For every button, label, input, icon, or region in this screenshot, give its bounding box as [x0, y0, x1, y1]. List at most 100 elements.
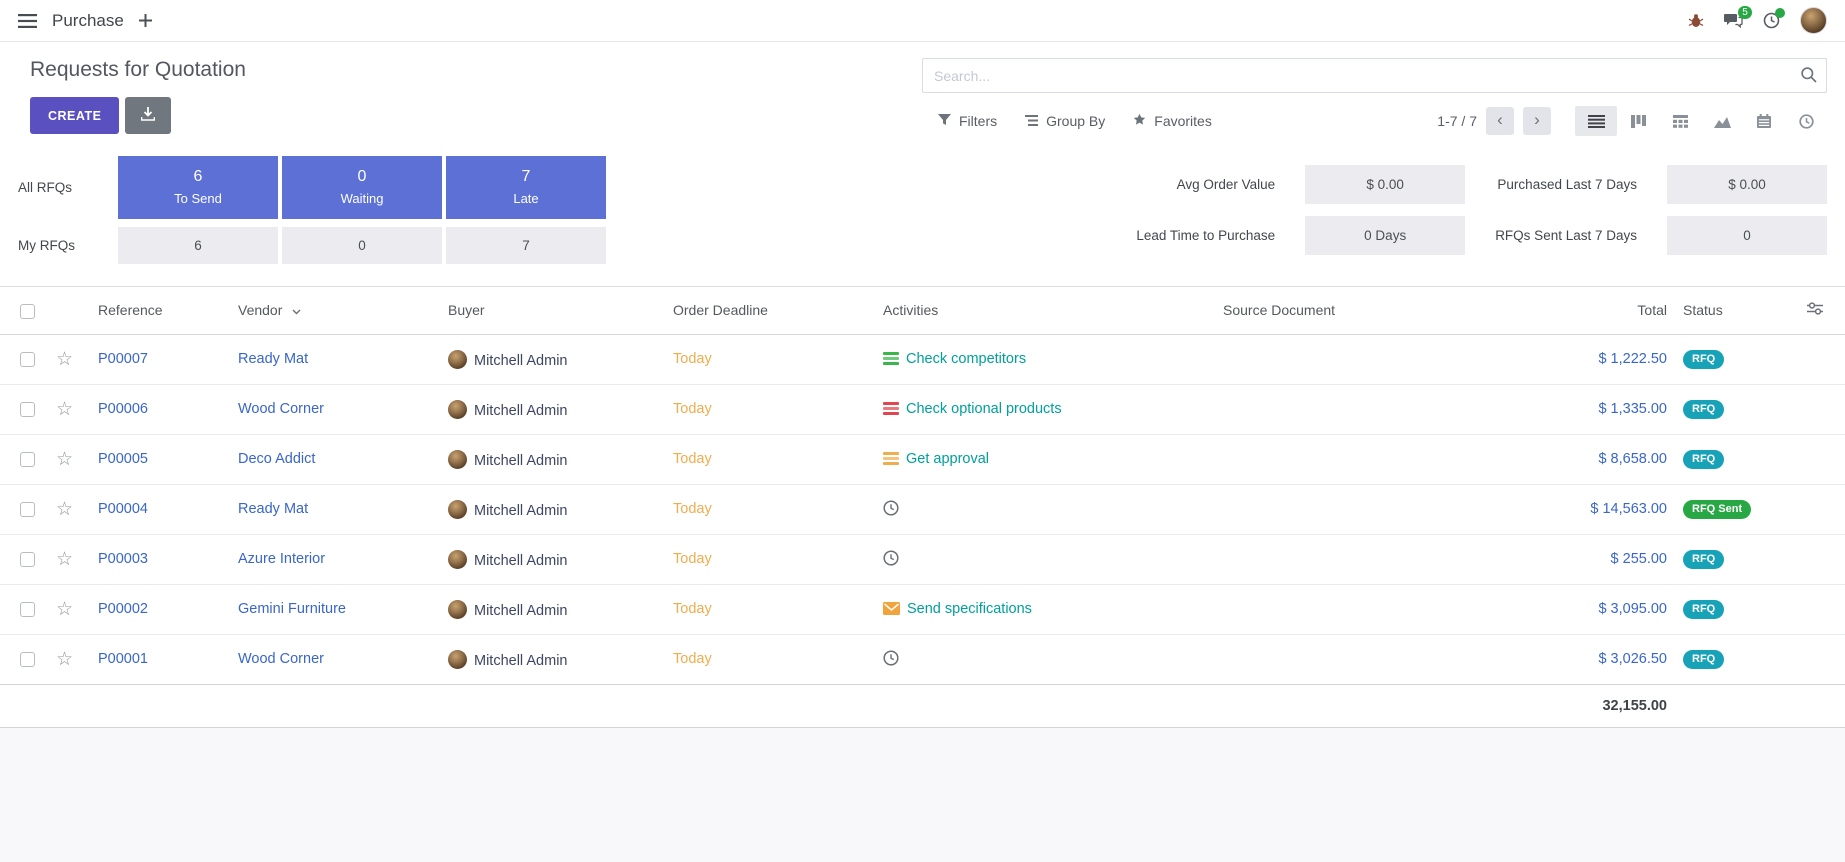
column-header-buyer[interactable]: Buyer: [440, 287, 665, 335]
buyer-link[interactable]: Mitchell Admin: [474, 603, 567, 619]
vendor-link[interactable]: Gemini Furniture: [238, 601, 346, 617]
search-icon[interactable]: [1801, 67, 1817, 88]
pivot-view-button[interactable]: [1659, 106, 1701, 136]
filters-button[interactable]: Filters: [938, 113, 997, 129]
reference-link[interactable]: P00001: [98, 651, 148, 667]
vendor-link[interactable]: Ready Mat: [238, 351, 308, 367]
table-row[interactable]: ☆ P00002 Gemini Furniture Mitchell Admin…: [0, 584, 1845, 634]
kpi-my-to-send[interactable]: 6: [118, 227, 278, 264]
row-checkbox[interactable]: [20, 552, 35, 567]
total-value: $ 255.00: [1611, 551, 1667, 567]
rfq-table-body: ☆ P00007 Ready Mat Mitchell Admin Today …: [0, 334, 1845, 684]
favorite-star-icon[interactable]: ☆: [56, 549, 73, 570]
table-row[interactable]: ☆ P00005 Deco Addict Mitchell Admin Toda…: [0, 434, 1845, 484]
status-badge: RFQ Sent: [1683, 500, 1751, 519]
column-header-total[interactable]: Total: [1515, 287, 1675, 335]
app-name-menu[interactable]: Purchase: [52, 11, 124, 31]
reference-link[interactable]: P00005: [98, 451, 148, 467]
column-header-reference[interactable]: Reference: [90, 287, 230, 335]
row-checkbox[interactable]: [20, 652, 35, 667]
calendar-view-button[interactable]: [1743, 106, 1785, 136]
kanban-view-button[interactable]: [1617, 106, 1659, 136]
column-header-status[interactable]: Status: [1675, 287, 1785, 335]
column-header-vendor[interactable]: Vendor: [230, 287, 440, 335]
pager-previous-button[interactable]: ‹: [1486, 107, 1514, 135]
reference-link[interactable]: P00002: [98, 601, 148, 617]
status-badge: RFQ: [1683, 550, 1724, 569]
kpi-late[interactable]: 7Late: [446, 156, 606, 219]
buyer-link[interactable]: Mitchell Admin: [474, 653, 567, 669]
favorite-star-icon[interactable]: ☆: [56, 349, 73, 370]
select-all-checkbox[interactable]: [20, 304, 35, 319]
kpi-my-waiting[interactable]: 0: [282, 227, 442, 264]
activity-label[interactable]: Check competitors: [906, 351, 1026, 367]
activity-icon[interactable]: [883, 650, 899, 666]
buyer-link[interactable]: Mitchell Admin: [474, 353, 567, 369]
vendor-link[interactable]: Wood Corner: [238, 401, 324, 417]
favorite-star-icon[interactable]: ☆: [56, 399, 73, 420]
buyer-link[interactable]: Mitchell Admin: [474, 403, 567, 419]
vendor-link[interactable]: Ready Mat: [238, 501, 308, 517]
table-row[interactable]: ☆ P00001 Wood Corner Mitchell Admin Toda…: [0, 634, 1845, 684]
hamburger-menu-icon[interactable]: [18, 14, 37, 28]
activity-icon[interactable]: [883, 352, 899, 365]
messages-icon[interactable]: 5: [1724, 13, 1743, 29]
pager-next-button[interactable]: ›: [1523, 107, 1551, 135]
activities-clock-icon[interactable]: [1763, 12, 1780, 29]
table-row[interactable]: ☆ P00006 Wood Corner Mitchell Admin Toda…: [0, 384, 1845, 434]
favorite-star-icon[interactable]: ☆: [56, 649, 73, 670]
activity-label[interactable]: Send specifications: [907, 601, 1032, 617]
row-checkbox[interactable]: [20, 502, 35, 517]
table-row[interactable]: ☆ P00007 Ready Mat Mitchell Admin Today …: [0, 334, 1845, 384]
activity-label[interactable]: Check optional products: [906, 401, 1062, 417]
buyer-link[interactable]: Mitchell Admin: [474, 503, 567, 519]
export-button[interactable]: [125, 97, 171, 134]
row-checkbox[interactable]: [20, 352, 35, 367]
row-checkbox[interactable]: [20, 602, 35, 617]
debug-bug-icon[interactable]: [1688, 13, 1704, 29]
favorites-button[interactable]: Favorites: [1133, 113, 1212, 129]
table-row[interactable]: ☆ P00003 Azure Interior Mitchell Admin T…: [0, 534, 1845, 584]
buyer-link[interactable]: Mitchell Admin: [474, 553, 567, 569]
activity-icon[interactable]: [883, 402, 899, 415]
column-header-deadline[interactable]: Order Deadline: [665, 287, 875, 335]
kpi-waiting[interactable]: 0Waiting: [282, 156, 442, 219]
column-header-activities[interactable]: Activities: [875, 287, 1215, 335]
list-view-button[interactable]: [1575, 106, 1617, 136]
user-avatar[interactable]: [1800, 7, 1827, 34]
activity-icon[interactable]: [883, 452, 899, 465]
favorite-star-icon[interactable]: ☆: [56, 599, 73, 620]
reference-link[interactable]: P00004: [98, 501, 148, 517]
stat-label: Purchased Last 7 Days: [1495, 177, 1637, 192]
row-checkbox[interactable]: [20, 402, 35, 417]
page-title: Requests for Quotation: [30, 58, 246, 82]
vendor-link[interactable]: Azure Interior: [238, 551, 325, 567]
favorite-star-icon[interactable]: ☆: [56, 449, 73, 470]
activity-icon[interactable]: [883, 550, 899, 566]
kpi-my-late[interactable]: 7: [446, 227, 606, 264]
search-input[interactable]: [922, 58, 1827, 93]
activity-label[interactable]: Get approval: [906, 451, 989, 467]
kpi-to-send[interactable]: 6To Send: [118, 156, 278, 219]
stat-label: RFQs Sent Last 7 Days: [1495, 228, 1637, 243]
graph-view-button[interactable]: [1701, 106, 1743, 136]
row-checkbox[interactable]: [20, 452, 35, 467]
vendor-link[interactable]: Wood Corner: [238, 651, 324, 667]
reference-link[interactable]: P00006: [98, 401, 148, 417]
create-button[interactable]: CREATE: [30, 97, 119, 134]
view-switcher: [1575, 106, 1827, 136]
reference-link[interactable]: P00003: [98, 551, 148, 567]
table-row[interactable]: ☆ P00004 Ready Mat Mitchell Admin Today …: [0, 484, 1845, 534]
buyer-link[interactable]: Mitchell Admin: [474, 453, 567, 469]
activity-icon[interactable]: [883, 500, 899, 516]
pager-value[interactable]: 1-7 / 7: [1437, 113, 1477, 129]
vendor-link[interactable]: Deco Addict: [238, 451, 315, 467]
group-by-button[interactable]: Group By: [1025, 113, 1105, 129]
reference-link[interactable]: P00007: [98, 351, 148, 367]
column-header-source[interactable]: Source Document: [1215, 287, 1515, 335]
optional-columns-sliders-icon[interactable]: [1807, 302, 1823, 318]
plus-icon[interactable]: [139, 14, 152, 27]
activity-icon[interactable]: [883, 602, 900, 615]
activity-view-button[interactable]: [1785, 106, 1827, 136]
favorite-star-icon[interactable]: ☆: [56, 499, 73, 520]
